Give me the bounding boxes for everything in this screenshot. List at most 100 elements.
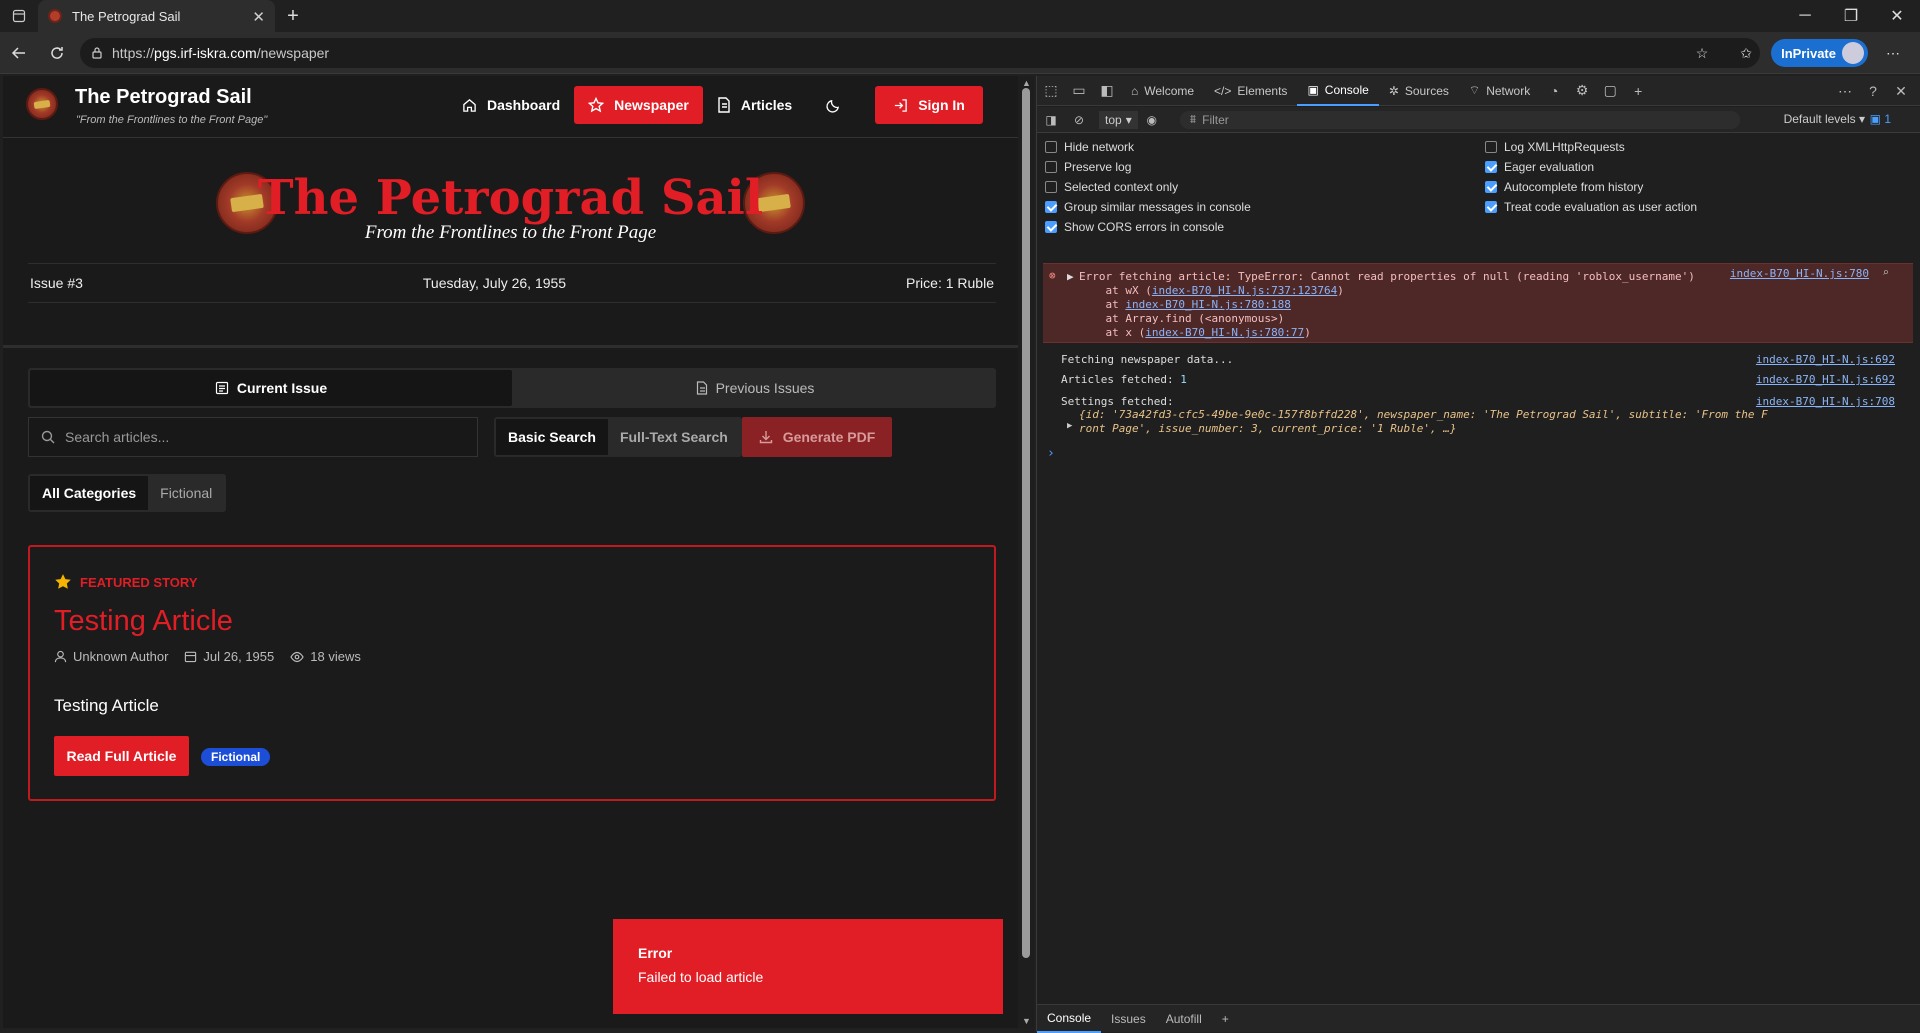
basic-search-button[interactable]: Basic Search — [496, 419, 608, 455]
new-tab-button[interactable]: + — [275, 0, 311, 32]
close-tab-icon[interactable]: ✕ — [252, 8, 265, 26]
tab-actions-icon[interactable] — [0, 0, 38, 32]
application-icon[interactable]: ▢ — [1596, 76, 1624, 106]
help-icon[interactable]: ? — [1859, 76, 1887, 106]
back-button[interactable] — [0, 36, 38, 70]
favorites-icon[interactable]: ✩ — [1727, 36, 1765, 70]
treat-code-checkbox[interactable]: Treat code evaluation as user action — [1485, 198, 1697, 216]
selected-context-checkbox[interactable]: Selected context only — [1045, 178, 1178, 196]
log1-source-link[interactable]: index-B70_HI-N.js:692 — [1756, 353, 1895, 366]
tab-previous-issues[interactable]: Previous Issues — [514, 368, 996, 408]
featured-title[interactable]: Testing Article — [54, 605, 233, 638]
nav-dashboard[interactable]: Dashboard — [448, 86, 574, 124]
filter-placeholder: Filter — [1202, 112, 1229, 127]
console-filter-input[interactable]: ⩩ Filter — [1179, 110, 1740, 129]
group-similar-checkbox[interactable]: Group similar messages in console — [1045, 198, 1251, 216]
search-icon[interactable]: ⌕ — [1882, 266, 1889, 279]
nav-articles[interactable]: Articles — [703, 86, 806, 124]
author-name: Unknown Author — [73, 649, 169, 664]
featured-label-text: FEATURED STORY — [80, 574, 198, 590]
log2-source-link[interactable]: index-B70_HI-N.js:692 — [1756, 373, 1895, 386]
error-icon: ⊗ — [1049, 269, 1056, 282]
favorite-star-icon[interactable]: ☆ — [1683, 36, 1721, 70]
devtools-tab-sources[interactable]: ✲ Sources — [1379, 76, 1459, 106]
log3-source-link[interactable]: index-B70_HI-N.js:708 — [1756, 395, 1895, 408]
console-error-message[interactable]: ⊗ ▶ Error fetching article: TypeError: C… — [1043, 263, 1913, 343]
site-name[interactable]: The Petrograd Sail — [75, 86, 252, 109]
settings-object-line1[interactable]: {id: '73a42fd3-cfc5-49be-9e0c-157f8bffd2… — [1079, 408, 1768, 421]
stack-link-4[interactable]: index-B70_HI-N.js:780:77 — [1145, 326, 1304, 339]
inprivate-button[interactable]: InPrivate — [1771, 39, 1868, 67]
home-icon — [463, 98, 476, 112]
minimize-icon[interactable]: ─ — [1782, 0, 1828, 32]
issues-count-badge[interactable]: ▣ 1 — [1870, 112, 1891, 126]
drawer-tab-autofill[interactable]: Autofill — [1156, 1005, 1212, 1033]
settings-object-line2[interactable]: ront Page', issue_number: 3, current_pri… — [1079, 422, 1457, 435]
console-icon: ▣ — [1307, 82, 1319, 97]
category-fictional[interactable]: Fictional — [148, 476, 224, 510]
theme-toggle-button[interactable] — [806, 86, 861, 124]
browser-tab[interactable]: The Petrograd Sail ✕ — [38, 0, 275, 32]
url-input[interactable]: https://pgs.irf-iskra.com/newspaper — [80, 38, 1760, 68]
context-selector[interactable]: top ▾ — [1099, 110, 1138, 129]
scroll-down-icon[interactable]: ▼ — [1022, 1016, 1031, 1026]
autocomplete-checkbox[interactable]: Autocomplete from history — [1485, 178, 1643, 196]
devtools-tab-console[interactable]: ▣ Console — [1297, 76, 1379, 106]
search-input[interactable]: Search articles... — [28, 417, 478, 457]
inspect-element-icon[interactable]: ⬚ — [1037, 76, 1065, 106]
gear-icon[interactable]: ⚙ — [1568, 76, 1596, 106]
expand-triangle-icon[interactable]: ▶ — [1067, 270, 1074, 283]
scroll-up-icon[interactable]: ▲ — [1022, 78, 1031, 88]
preserve-log-label: Preserve log — [1064, 160, 1132, 174]
drawer-tab-console[interactable]: Console — [1037, 1005, 1102, 1033]
category-all[interactable]: All Categories — [30, 476, 149, 510]
generate-pdf-button[interactable]: Generate PDF — [742, 417, 892, 457]
live-expression-eye-icon[interactable]: ◉ — [1138, 105, 1166, 135]
drawer-tab-issues[interactable]: Issues — [1101, 1005, 1156, 1033]
site-logo[interactable] — [26, 88, 58, 120]
show-cors-checkbox[interactable]: Show CORS errors in console — [1045, 218, 1224, 236]
eager-eval-label: Eager evaluation — [1504, 160, 1595, 174]
add-drawer-tab-icon[interactable]: + — [1212, 1005, 1239, 1033]
clear-console-icon[interactable]: ⊘ — [1065, 105, 1093, 135]
more-options-icon[interactable]: ⋯ — [1874, 36, 1912, 70]
toast-title: Error — [638, 945, 673, 961]
add-tool-icon[interactable]: + — [1624, 76, 1652, 106]
stack-link-1[interactable]: index-B70_HI-N.js:737:123764 — [1152, 284, 1337, 297]
site-header: The Petrograd Sail "From the Frontlines … — [3, 76, 1018, 138]
expand-object-icon[interactable]: ▶ — [1067, 421, 1072, 431]
dock-icon[interactable]: ◧ — [1093, 76, 1121, 106]
fulltext-search-button[interactable]: Full-Text Search — [608, 419, 740, 455]
log-xhr-checkbox[interactable]: Log XMLHttpRequests — [1485, 138, 1625, 156]
refresh-button[interactable] — [38, 36, 76, 70]
issue-price: Price: 1 Ruble — [906, 275, 994, 291]
scrollbar-thumb[interactable] — [1022, 88, 1030, 958]
performance-icon[interactable]: ◔ — [1540, 76, 1568, 106]
hide-network-checkbox[interactable]: Hide network — [1045, 138, 1134, 156]
lock-icon[interactable] — [90, 46, 104, 60]
tab-current-issue[interactable]: Current Issue — [30, 370, 512, 406]
page-scrollbar[interactable]: ▲ ▼ — [1018, 76, 1034, 1028]
restore-icon[interactable]: ❐ — [1828, 0, 1874, 32]
category-badge: Fictional — [201, 748, 271, 766]
sign-in-button[interactable]: Sign In — [875, 86, 983, 124]
window-close-icon[interactable]: ✕ — [1874, 0, 1920, 32]
console-label: Console — [1324, 82, 1369, 97]
log-levels-dropdown[interactable]: Default levels ▾ — [1784, 112, 1865, 126]
devtools-tab-network[interactable]: ⌔ Network — [1459, 76, 1540, 106]
device-emulation-icon[interactable]: ▭ — [1065, 76, 1093, 106]
preserve-log-checkbox[interactable]: Preserve log — [1045, 158, 1131, 176]
stack-link-2[interactable]: index-B70_HI-N.js:780:188 — [1125, 298, 1291, 311]
read-full-article-button[interactable]: Read Full Article — [54, 736, 189, 776]
console-prompt[interactable]: › — [1047, 446, 1055, 461]
sidebar-toggle-icon[interactable]: ◨ — [1037, 105, 1065, 135]
devtools-tab-welcome[interactable]: ⌂ Welcome — [1121, 76, 1204, 106]
close-devtools-icon[interactable]: ✕ — [1887, 76, 1915, 106]
error-source-link[interactable]: index-B70_HI-N.js:780 — [1730, 267, 1869, 280]
eager-eval-checkbox[interactable]: Eager evaluation — [1485, 158, 1594, 176]
devtools-tab-elements[interactable]: </> Elements — [1204, 76, 1297, 106]
more-tools-icon[interactable]: ⋯ — [1831, 76, 1859, 106]
error-toast[interactable]: Error Failed to load article — [613, 919, 1003, 1014]
nav-newspaper[interactable]: Newspaper — [574, 86, 703, 124]
star-icon — [588, 97, 605, 113]
